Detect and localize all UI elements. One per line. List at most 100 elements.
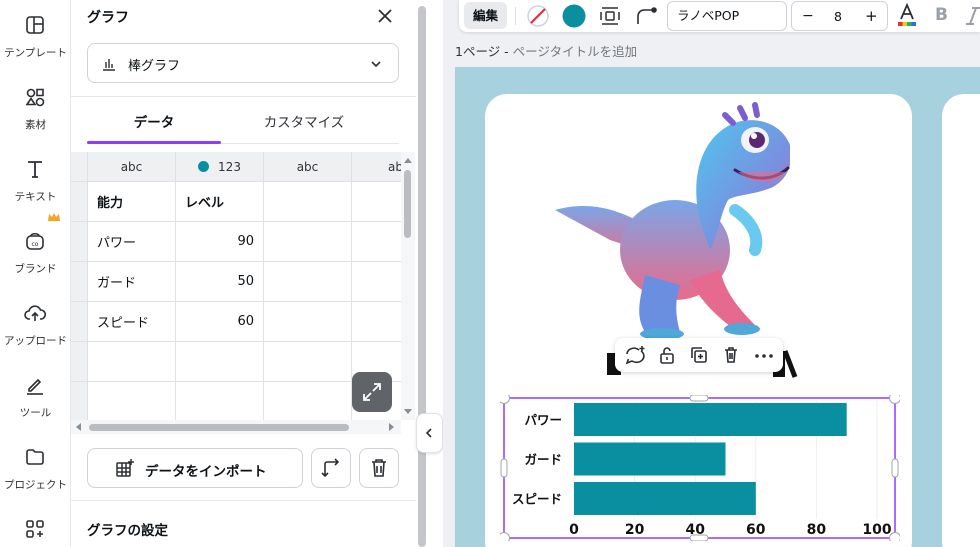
delete-data-button[interactable] — [359, 448, 399, 488]
decrease-size-button[interactable]: − — [802, 8, 814, 24]
font-family-select[interactable]: ラノベPOP — [667, 1, 787, 31]
panel-scroll-thumb[interactable] — [418, 6, 426, 547]
scroll-left-icon[interactable] — [74, 422, 82, 432]
column-type-label: ab — [388, 159, 401, 174]
grid-cell[interactable]: 90 — [176, 222, 264, 262]
column-type-label: 123 — [218, 159, 241, 174]
edit-button[interactable]: 編集 — [464, 2, 507, 29]
table-add-icon — [116, 459, 134, 477]
expand-grid-button[interactable] — [352, 372, 392, 412]
import-data-button[interactable]: データをインポート — [87, 448, 303, 488]
import-data-label: データをインポート — [145, 464, 267, 480]
lock-icon[interactable] — [657, 345, 677, 365]
scroll-right-icon[interactable] — [388, 422, 396, 432]
row-header[interactable] — [71, 382, 88, 420]
grid-cell[interactable] — [264, 382, 352, 420]
increase-size-button[interactable]: + — [865, 7, 878, 25]
panel-title: グラフ — [87, 10, 129, 26]
grid-cell[interactable] — [264, 182, 352, 222]
grid-vertical-scroll-thumb[interactable] — [404, 170, 411, 238]
nav-label-tools: ツール — [19, 407, 52, 419]
column-type-label: abc — [120, 159, 143, 174]
grid-cell[interactable]: スピード — [88, 302, 176, 342]
more-options-icon[interactable] — [753, 345, 775, 365]
line-style-icon[interactable] — [634, 4, 660, 28]
grid-cell[interactable] — [264, 262, 352, 302]
nav-label-templates: テンプレート — [4, 47, 67, 59]
grid-cell[interactable]: レベル — [176, 182, 264, 222]
grid-horizontal-scroll-thumb[interactable] — [89, 424, 349, 431]
bold-button[interactable]: B — [935, 5, 948, 25]
template-icon — [26, 16, 44, 34]
nav-item-tools[interactable]: ツール — [0, 365, 71, 425]
expand-icon — [363, 383, 381, 401]
nav-item-templates[interactable]: テンプレート — [0, 5, 71, 65]
dinosaur-illustration[interactable] — [550, 100, 790, 340]
chart-type-label: 棒グラフ — [128, 59, 181, 74]
tools-icon — [27, 378, 43, 395]
spacing-icon[interactable] — [598, 4, 622, 28]
design-card-2[interactable] — [942, 94, 980, 547]
font-size-value[interactable]: 8 — [834, 9, 842, 24]
page-title-input[interactable]: ページタイトルを追加 — [513, 44, 638, 59]
bar-chart[interactable]: パワーガードスピード 0 20 40 60 80 100 — [500, 395, 900, 541]
grid-cell[interactable] — [352, 222, 401, 262]
close-icon[interactable] — [373, 4, 397, 28]
row-header[interactable] — [71, 262, 88, 302]
row-header[interactable] — [71, 342, 88, 382]
grid-cell[interactable] — [264, 222, 352, 262]
grid-cell[interactable] — [176, 382, 264, 420]
scroll-up-icon[interactable] — [403, 156, 413, 164]
chart-type-select[interactable]: 棒グラフ — [87, 43, 399, 83]
column-header[interactable]: 123 — [176, 152, 264, 182]
grid-cell[interactable] — [264, 302, 352, 342]
grid-cell[interactable] — [88, 342, 176, 382]
row-header[interactable] — [71, 302, 88, 342]
nav-item-projects[interactable]: プロジェクト — [0, 437, 71, 497]
scroll-down-icon[interactable] — [403, 408, 413, 416]
column-header[interactable]: abc — [88, 152, 176, 182]
tab-data[interactable]: データ — [87, 104, 221, 142]
font-size-stepper[interactable]: − 8 + — [791, 1, 888, 31]
grid-cell[interactable] — [176, 342, 264, 382]
collapse-panel-button[interactable] — [416, 413, 443, 453]
elements-icon — [25, 88, 45, 107]
nav-item-uploads[interactable]: アップロード — [0, 293, 71, 353]
column-type-label: abc — [296, 159, 319, 174]
italic-icon[interactable] — [964, 6, 980, 26]
row-header[interactable] — [71, 182, 88, 222]
bar-chart-icon — [103, 59, 115, 71]
column-header[interactable]: ab — [352, 152, 401, 182]
grid-cell[interactable]: パワー — [88, 222, 176, 262]
column-header[interactable]: abc — [264, 152, 352, 182]
nav-label-projects: プロジェクト — [4, 479, 67, 491]
grid-cell[interactable]: ガード — [88, 262, 176, 302]
no-color-icon[interactable] — [525, 3, 551, 29]
grid-cell[interactable]: 60 — [176, 302, 264, 342]
swap-axes-button[interactable] — [311, 448, 351, 488]
text-color-icon[interactable] — [895, 2, 919, 28]
grid-cell[interactable] — [264, 342, 352, 382]
grid-cell[interactable] — [352, 182, 401, 222]
apps-icon — [26, 520, 44, 538]
grid-cell[interactable] — [88, 382, 176, 420]
grid-cell[interactable] — [352, 262, 401, 302]
nav-item-apps[interactable] — [0, 509, 71, 547]
x-tick-label: 100 — [862, 522, 891, 538]
brand-icon: co — [26, 232, 44, 250]
nav-item-brand[interactable]: co ブランド — [0, 221, 71, 281]
row-header[interactable] — [71, 222, 88, 262]
trash-icon[interactable] — [721, 345, 741, 365]
grid-cell[interactable]: 50 — [176, 262, 264, 302]
nav-item-elements[interactable]: 素材 — [0, 77, 71, 137]
bar — [574, 442, 726, 476]
comment-add-icon[interactable] — [624, 345, 646, 365]
grid-cell[interactable]: 能力 — [88, 182, 176, 222]
tab-customize[interactable]: カスタマイズ — [226, 104, 382, 142]
color-swatch[interactable] — [561, 3, 587, 29]
nav-item-text[interactable]: テキスト — [0, 149, 71, 209]
duplicate-icon[interactable] — [689, 345, 709, 365]
grid-cell[interactable] — [352, 302, 401, 342]
toolbar-separator — [515, 7, 516, 25]
x-tick-label: 60 — [746, 522, 766, 538]
